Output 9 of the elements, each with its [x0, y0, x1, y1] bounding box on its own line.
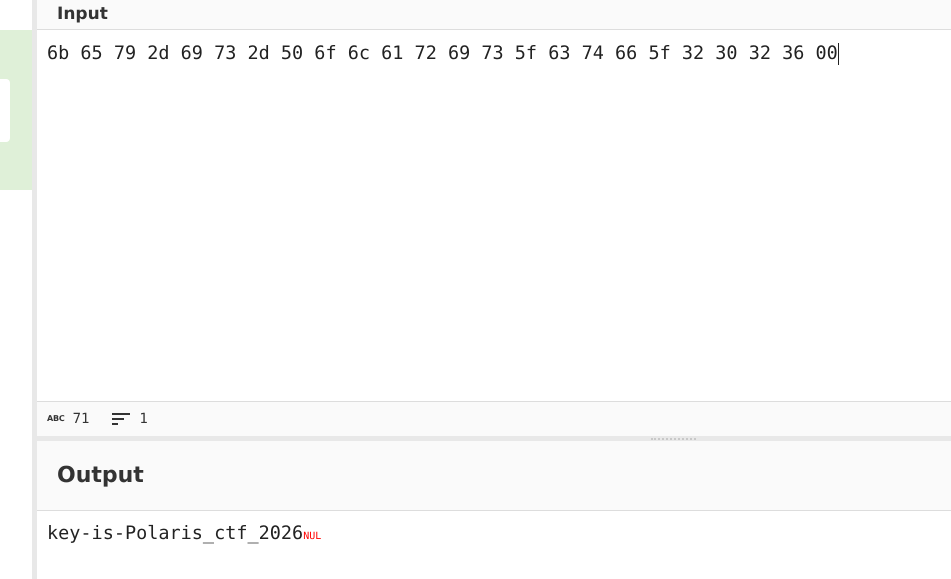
panel-title: Input: [57, 6, 108, 23]
output-text: key-is-Polaris_ctf_2026NUL: [47, 522, 322, 546]
length-count: 71: [72, 410, 90, 428]
lines-icon: [111, 412, 132, 426]
input-field[interactable]: 6b 65 79 2d 69 73 2d 50 6f 6c 61 72 69 73 5f 63 74 66 5f 32 30 32 36 00: [47, 40, 941, 68]
sidebar-card: [0, 78, 10, 142]
length-label: ABC: [47, 413, 65, 425]
panel-title: Output: [57, 462, 144, 490]
line-count: 1: [139, 410, 148, 428]
